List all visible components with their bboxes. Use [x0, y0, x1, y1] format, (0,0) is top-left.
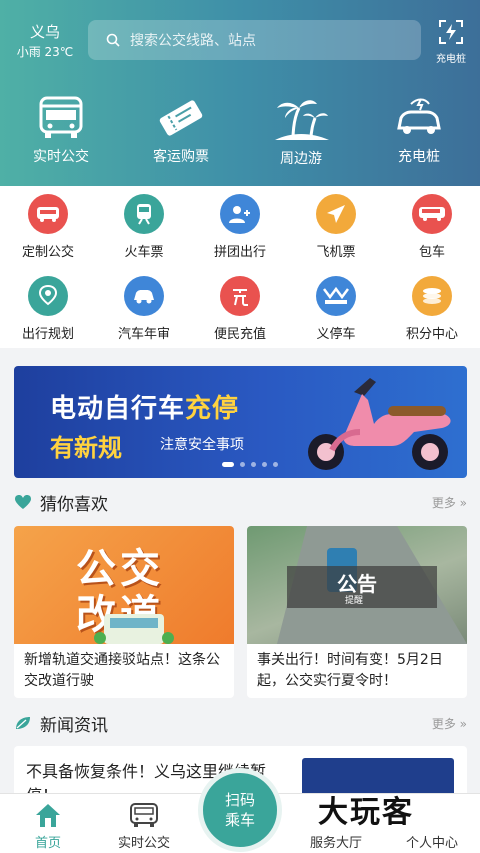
- service-label: 拼团出行: [213, 245, 266, 260]
- card-text: 新增轨道交通接驳站点！这条公交改道行驶: [24, 652, 220, 689]
- scan-label-line2: 乘车: [224, 811, 255, 829]
- banner-note: 注意安全事项: [160, 437, 244, 453]
- menu-coach-ticket[interactable]: 客运购票: [126, 96, 236, 166]
- tab-label: 首页: [34, 836, 61, 851]
- menu-label: 充电桩: [398, 149, 440, 165]
- home-icon: [36, 804, 60, 827]
- recommend-section-header: 猜你喜欢 更多 »: [14, 488, 467, 516]
- menu-realtime-bus[interactable]: 实时公交: [6, 96, 116, 166]
- bus-icon: [130, 803, 158, 827]
- news-title: 新闻资讯: [40, 715, 108, 736]
- page-dot[interactable]: [222, 462, 234, 467]
- service-flight-ticket[interactable]: 飞机票: [288, 194, 384, 260]
- recommend-more-link[interactable]: 更多 »: [432, 494, 467, 511]
- recommend-card[interactable]: 公告 提醒 事关出行！时间有变！5月2日起，公交实行夏令时！: [247, 526, 467, 698]
- scan-to-ride-button[interactable]: 扫码 乘车: [198, 768, 282, 852]
- service-grid: 定制公交 火车票 拼团出行 飞机票 包车 出行规划 汽车年审 便民充值 义停车 …: [0, 186, 480, 348]
- card-text: 事关出行！时间有变！5月2日起，公交实行夏令时！: [257, 652, 443, 689]
- card-image: 公交 改道: [14, 526, 234, 644]
- app-header: 义乌 小雨 23℃ 搜索公交线路、站点 充电桩 实时公交 客运购票 周边游 充电…: [0, 0, 480, 186]
- service-points-center[interactable]: 积分中心: [384, 276, 480, 342]
- service-label: 火车票: [124, 245, 164, 260]
- page-dot[interactable]: [262, 462, 267, 467]
- leaf-icon: [16, 717, 30, 729]
- service-group-travel[interactable]: 拼团出行: [192, 194, 288, 260]
- service-label: 汽车年审: [117, 327, 170, 342]
- banner-subheadline: 有新规: [50, 434, 122, 462]
- parking-logo-icon: [316, 276, 356, 316]
- service-label: 定制公交: [21, 245, 74, 260]
- charging-icon: [439, 20, 463, 44]
- service-recharge[interactable]: 便民充值: [192, 276, 288, 342]
- palm-tree-icon: [275, 100, 329, 141]
- bus-stop-illustration: [94, 614, 174, 644]
- car-inspection-icon: [124, 276, 164, 316]
- menu-label: 实时公交: [33, 149, 89, 165]
- service-label: 出行规划: [21, 327, 74, 342]
- charging-station-button[interactable]: 充电桩: [430, 18, 472, 65]
- recharge-icon: [220, 276, 260, 316]
- coins-icon: [412, 276, 452, 316]
- tab-realtime-bus[interactable]: 实时公交: [96, 802, 192, 851]
- tab-label: 实时公交: [117, 836, 170, 851]
- plane-icon: [316, 194, 356, 234]
- menu-label: 客运购票: [153, 149, 209, 165]
- promo-banner[interactable]: 电动自行车充停 有新规 注意安全事项: [14, 366, 467, 478]
- menu-charging-pile[interactable]: 充电桩: [364, 96, 474, 166]
- news-section-header: 新闻资讯 更多 »: [14, 709, 467, 737]
- banner-headline-main: 电动自行车: [50, 394, 186, 424]
- tab-label: 个人中心: [405, 836, 458, 851]
- electric-car-icon: [397, 98, 441, 134]
- custom-bus-icon: [28, 194, 68, 234]
- notice-overlay: 公告 提醒: [287, 566, 437, 608]
- ticket-icon: [159, 100, 203, 136]
- service-parking[interactable]: 义停车: [288, 276, 384, 342]
- bus-icon: [39, 96, 83, 138]
- recommend-title: 猜你喜欢: [40, 494, 108, 515]
- page-dot[interactable]: [251, 462, 256, 467]
- menu-nearby-travel[interactable]: 周边游: [246, 96, 356, 168]
- menu-label: 周边游: [280, 151, 322, 167]
- card-image-text: 提醒: [345, 596, 364, 606]
- service-train-ticket[interactable]: 火车票: [96, 194, 192, 260]
- banner-headline-highlight: 充停: [185, 394, 240, 424]
- page-dot[interactable]: [273, 462, 278, 467]
- service-route-plan[interactable]: 出行规划: [0, 276, 96, 342]
- recommend-card[interactable]: 公交 改道 新增轨道交通接驳站点！这条公交改道行驶: [14, 526, 234, 698]
- service-label: 包车: [418, 245, 445, 260]
- scooter-illustration: [308, 378, 451, 470]
- weather-info: 小雨 23℃: [16, 45, 74, 59]
- news-more-link[interactable]: 更多 »: [432, 715, 467, 732]
- search-icon: [106, 33, 120, 47]
- service-label: 义停车: [316, 327, 356, 342]
- service-custom-bus[interactable]: 定制公交: [0, 194, 96, 260]
- tab-home[interactable]: 首页: [0, 802, 96, 851]
- service-label: 积分中心: [405, 327, 458, 342]
- service-label: 飞机票: [316, 245, 356, 260]
- search-placeholder: 搜索公交线路、站点: [130, 33, 256, 49]
- group-add-icon: [220, 194, 260, 234]
- card-image: 公告 提醒: [247, 526, 467, 644]
- scan-label-line1: 扫码: [224, 791, 255, 809]
- banner-headline: 电动自行车充停: [50, 388, 239, 425]
- service-charter-bus[interactable]: 包车: [384, 194, 480, 260]
- tab-label: 服务大厅: [309, 836, 362, 851]
- watermark-logo: 大玩客: [318, 795, 414, 830]
- route-plan-icon: [28, 276, 68, 316]
- charging-label: 充电桩: [436, 54, 466, 65]
- city-name[interactable]: 义乌: [14, 22, 76, 42]
- charter-bus-icon: [412, 194, 452, 234]
- heart-icon: [15, 495, 31, 509]
- city-weather[interactable]: 义乌 小雨 23℃: [14, 22, 76, 60]
- service-label: 便民充值: [213, 327, 266, 342]
- banner-pagination: [222, 462, 278, 467]
- service-car-inspection[interactable]: 汽车年审: [96, 276, 192, 342]
- search-bar[interactable]: 搜索公交线路、站点: [88, 20, 421, 60]
- page-dot[interactable]: [240, 462, 245, 467]
- train-icon: [124, 194, 164, 234]
